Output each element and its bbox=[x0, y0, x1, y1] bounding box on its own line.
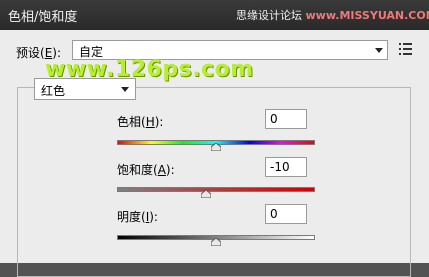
saturation-label-suffix: ): bbox=[166, 163, 175, 177]
dialog-title: 色相/饱和度 bbox=[8, 6, 77, 25]
hue-input[interactable]: 0 bbox=[265, 109, 307, 129]
watermark-main: www.126ps.com bbox=[45, 57, 254, 82]
saturation-slider-thumb[interactable] bbox=[201, 190, 211, 198]
watermark-site: 思缘设计论坛 www.MISSYUAN.COM bbox=[236, 7, 429, 23]
dialog-body: www.126ps.com 预设(E): 自定 红色 色相(H): 0 饱和度(… bbox=[0, 30, 429, 263]
lightness-slider-thumb[interactable] bbox=[211, 238, 221, 246]
lightness-input[interactable]: 0 bbox=[265, 204, 307, 224]
chevron-down-icon bbox=[121, 87, 129, 92]
saturation-label-prefix: 饱和度( bbox=[117, 163, 158, 177]
lightness-label-prefix: 明度( bbox=[117, 210, 146, 224]
list-menu-icon[interactable] bbox=[399, 42, 413, 56]
watermark-site-url: www.MISSYUAN.COM bbox=[306, 9, 429, 22]
hue-label-key: H bbox=[146, 115, 155, 129]
channel-value: 红色 bbox=[41, 82, 65, 99]
saturation-slider-track[interactable] bbox=[117, 187, 315, 192]
hue-label-suffix: ): bbox=[155, 115, 164, 129]
hue-slider-thumb[interactable] bbox=[211, 143, 221, 151]
saturation-input[interactable]: -10 bbox=[265, 157, 307, 177]
lightness-label-suffix: ): bbox=[149, 210, 158, 224]
saturation-label-key: A bbox=[158, 163, 166, 177]
watermark-site-name: 思缘设计论坛 bbox=[236, 9, 302, 22]
adjustment-group bbox=[17, 87, 411, 277]
hue-label-prefix: 色相( bbox=[117, 115, 146, 129]
chevron-down-icon bbox=[375, 48, 383, 53]
preset-label-prefix: 预设( bbox=[16, 46, 45, 60]
saturation-label: 饱和度(A): bbox=[117, 161, 175, 178]
title-bar: 色相/饱和度 思缘设计论坛 www.MISSYUAN.COM bbox=[0, 0, 429, 31]
lightness-label: 明度(I): bbox=[117, 208, 158, 225]
hue-label: 色相(H): bbox=[117, 113, 163, 130]
